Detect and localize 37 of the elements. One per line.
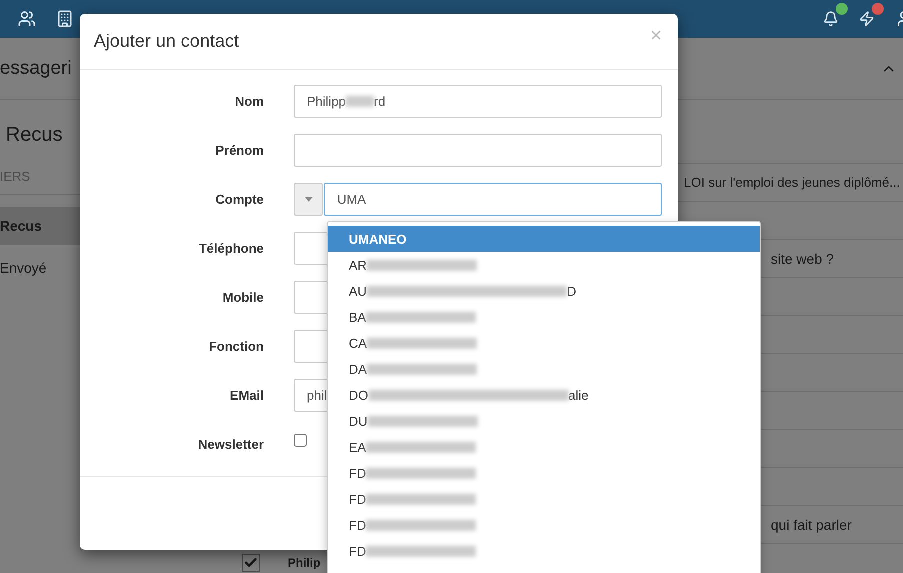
field-label: Prénom — [214, 143, 264, 158]
field-label: Fonction — [208, 339, 264, 354]
input-field[interactable] — [294, 134, 662, 167]
account-input[interactable]: UMA — [324, 183, 662, 216]
field-label: Newsletter — [197, 437, 264, 452]
bolt-icon[interactable] — [859, 11, 875, 27]
suggestion-item[interactable]: AR — [328, 252, 760, 278]
message-sender: Philip — [288, 556, 321, 570]
suggestion-item[interactable]: FD — [328, 486, 760, 512]
suggestion-item[interactable]: FD — [328, 512, 760, 538]
suggestion-item[interactable]: AU D — [328, 278, 760, 304]
suggestion-item[interactable]: DO alie — [328, 382, 760, 408]
field-label: Mobile — [222, 290, 264, 305]
input-field[interactable]: Philipp rd — [294, 85, 662, 118]
field-label: Nom — [234, 94, 264, 109]
field-label: Compte — [214, 192, 264, 207]
bell-icon[interactable] — [823, 11, 839, 27]
users-icon[interactable] — [18, 10, 36, 28]
building-icon[interactable] — [56, 10, 74, 28]
suggestion-item[interactable]: BA — [328, 304, 760, 330]
dialog-title: Ajouter un contact — [94, 31, 240, 52]
message-subject: LOI sur l'emploi des jeunes diplômé... — [684, 175, 900, 190]
suggestion-item[interactable]: DA — [328, 356, 760, 382]
suggestion-item[interactable]: FD — [328, 460, 760, 486]
caret-icon — [304, 197, 313, 202]
page-title: essageri — [0, 58, 72, 80]
suggestion-item[interactable]: UMANEO — [328, 226, 760, 252]
suggestion-item[interactable]: CA — [328, 330, 760, 356]
field-label: EMail — [229, 388, 264, 403]
message-subject: site web ? — [771, 250, 834, 266]
suggestion-item[interactable]: DU — [328, 408, 760, 434]
newsletter-checkbox[interactable] — [294, 434, 307, 447]
suggestion-item[interactable]: EA — [328, 434, 760, 460]
row-checkbox[interactable] — [242, 554, 260, 572]
suggestion-item[interactable]: FD — [328, 538, 760, 564]
field-label: Téléphone — [198, 241, 264, 256]
message-subject: qui fait parler — [771, 516, 852, 532]
